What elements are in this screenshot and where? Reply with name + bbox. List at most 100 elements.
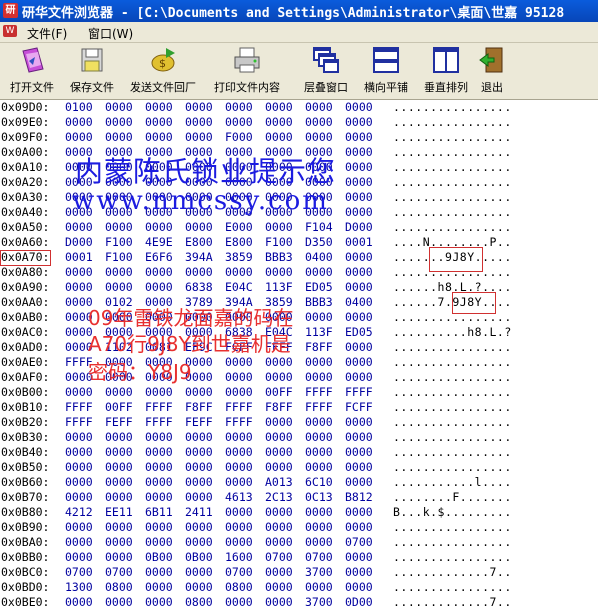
- hex-value[interactable]: 0000: [305, 130, 333, 145]
- hex-value[interactable]: 0000: [305, 460, 333, 475]
- hex-value[interactable]: 0000: [225, 445, 253, 460]
- tile-vertical-button[interactable]: 垂直排列: [418, 45, 474, 97]
- hex-value[interactable]: 0000: [265, 100, 293, 115]
- hex-value[interactable]: E800: [185, 235, 213, 250]
- hex-value[interactable]: 3700: [305, 565, 333, 580]
- hex-value[interactable]: 0000: [65, 220, 93, 235]
- hex-value[interactable]: 0000: [265, 505, 293, 520]
- hex-value[interactable]: FEFF: [105, 415, 133, 430]
- hex-value[interactable]: 0000: [145, 520, 173, 535]
- hex-value[interactable]: 0000: [265, 580, 293, 595]
- hex-value[interactable]: 0000: [145, 445, 173, 460]
- hex-value[interactable]: 3859: [225, 250, 253, 265]
- hex-value[interactable]: 0000: [105, 280, 133, 295]
- hex-value[interactable]: 0000: [145, 565, 173, 580]
- hex-value[interactable]: FFFF: [65, 400, 93, 415]
- hex-value[interactable]: F8FF: [185, 400, 213, 415]
- hex-value[interactable]: 0000: [305, 355, 333, 370]
- hex-value[interactable]: 1300: [65, 580, 93, 595]
- hex-value[interactable]: 0000: [345, 310, 373, 325]
- send-file-button[interactable]: $ 发送文件回厂: [124, 45, 202, 97]
- hex-value[interactable]: 0700: [105, 565, 133, 580]
- hex-value[interactable]: 0000: [345, 190, 373, 205]
- hex-value[interactable]: 0000: [185, 565, 213, 580]
- hex-value[interactable]: 0000: [345, 250, 373, 265]
- hex-value[interactable]: 0000: [105, 460, 133, 475]
- hex-value[interactable]: 0000: [225, 505, 253, 520]
- hex-value[interactable]: 0000: [305, 100, 333, 115]
- hex-value[interactable]: 6838: [185, 280, 213, 295]
- hex-value[interactable]: 0000: [225, 370, 253, 385]
- hex-value[interactable]: 0B00: [185, 550, 213, 565]
- hex-value[interactable]: 0000: [345, 445, 373, 460]
- cascade-button[interactable]: 层叠窗口: [298, 45, 354, 97]
- hex-value[interactable]: 0000: [345, 430, 373, 445]
- hex-value[interactable]: 0000: [345, 130, 373, 145]
- hex-value[interactable]: BBB3: [305, 295, 333, 310]
- hex-value[interactable]: FFFF: [225, 415, 253, 430]
- hex-value[interactable]: 0000: [265, 370, 293, 385]
- hex-value[interactable]: 0000: [345, 460, 373, 475]
- hex-value[interactable]: 0000: [185, 490, 213, 505]
- hex-value[interactable]: FFFF: [145, 400, 173, 415]
- print-button[interactable]: 打印文件内容: [208, 45, 286, 97]
- hex-value[interactable]: 0000: [105, 100, 133, 115]
- tile-horizontal-button[interactable]: 横向平铺: [358, 45, 414, 97]
- hex-value[interactable]: 0000: [345, 280, 373, 295]
- hex-value[interactable]: 3700: [305, 595, 333, 610]
- hex-value[interactable]: FFFF: [305, 400, 333, 415]
- hex-value[interactable]: 4212: [65, 505, 93, 520]
- hex-value[interactable]: 0000: [105, 430, 133, 445]
- hex-value[interactable]: 0000: [105, 445, 133, 460]
- menu-file[interactable]: 文件(F): [27, 25, 67, 42]
- hex-value[interactable]: 6B11: [145, 505, 173, 520]
- hex-value[interactable]: 0000: [105, 265, 133, 280]
- hex-value[interactable]: 0000: [265, 220, 293, 235]
- hex-value[interactable]: 0000: [345, 205, 373, 220]
- hex-value[interactable]: 0000: [185, 130, 213, 145]
- hex-value[interactable]: 0000: [345, 475, 373, 490]
- hex-value[interactable]: 0000: [65, 280, 93, 295]
- hex-value[interactable]: EE11: [105, 505, 133, 520]
- hex-value[interactable]: F104: [305, 220, 333, 235]
- hex-value[interactable]: 0000: [145, 130, 173, 145]
- hex-value[interactable]: D350: [305, 235, 333, 250]
- hex-value[interactable]: 0000: [105, 385, 133, 400]
- hex-value[interactable]: 0700: [345, 535, 373, 550]
- hex-value[interactable]: 0000: [305, 445, 333, 460]
- hex-value[interactable]: 0001: [65, 250, 93, 265]
- hex-value[interactable]: 0000: [345, 160, 373, 175]
- hex-value[interactable]: 0D00: [345, 595, 373, 610]
- hex-value[interactable]: 0000: [105, 220, 133, 235]
- hex-value[interactable]: 0800: [225, 580, 253, 595]
- hex-value[interactable]: 0700: [305, 550, 333, 565]
- hex-value[interactable]: 0000: [185, 520, 213, 535]
- hex-value[interactable]: 0000: [225, 475, 253, 490]
- hex-value[interactable]: 0700: [225, 565, 253, 580]
- hex-value[interactable]: 0000: [345, 505, 373, 520]
- hex-value[interactable]: F100: [105, 250, 133, 265]
- hex-value[interactable]: 0000: [345, 550, 373, 565]
- hex-value[interactable]: 0000: [105, 115, 133, 130]
- hex-value[interactable]: 0000: [65, 595, 93, 610]
- save-file-button[interactable]: 保存文件: [64, 45, 120, 97]
- hex-value[interactable]: 0000: [265, 265, 293, 280]
- hex-value[interactable]: 0000: [65, 265, 93, 280]
- hex-value[interactable]: 0000: [265, 130, 293, 145]
- hex-value[interactable]: 0000: [65, 385, 93, 400]
- hex-value[interactable]: FCFF: [345, 400, 373, 415]
- hex-value[interactable]: 0000: [65, 550, 93, 565]
- exit-button[interactable]: 退出: [474, 45, 510, 97]
- hex-value[interactable]: 00FF: [265, 385, 293, 400]
- hex-value[interactable]: 0000: [105, 550, 133, 565]
- hex-value[interactable]: D000: [65, 235, 93, 250]
- hex-value[interactable]: 0000: [145, 265, 173, 280]
- hex-value[interactable]: 0000: [225, 115, 253, 130]
- hex-value[interactable]: 0000: [105, 535, 133, 550]
- hex-value[interactable]: 0000: [185, 100, 213, 115]
- hex-value[interactable]: 0001: [345, 235, 373, 250]
- hex-value[interactable]: 0000: [305, 535, 333, 550]
- hex-value[interactable]: 0000: [265, 430, 293, 445]
- hex-value[interactable]: 0000: [105, 475, 133, 490]
- hex-value[interactable]: FFFF: [305, 385, 333, 400]
